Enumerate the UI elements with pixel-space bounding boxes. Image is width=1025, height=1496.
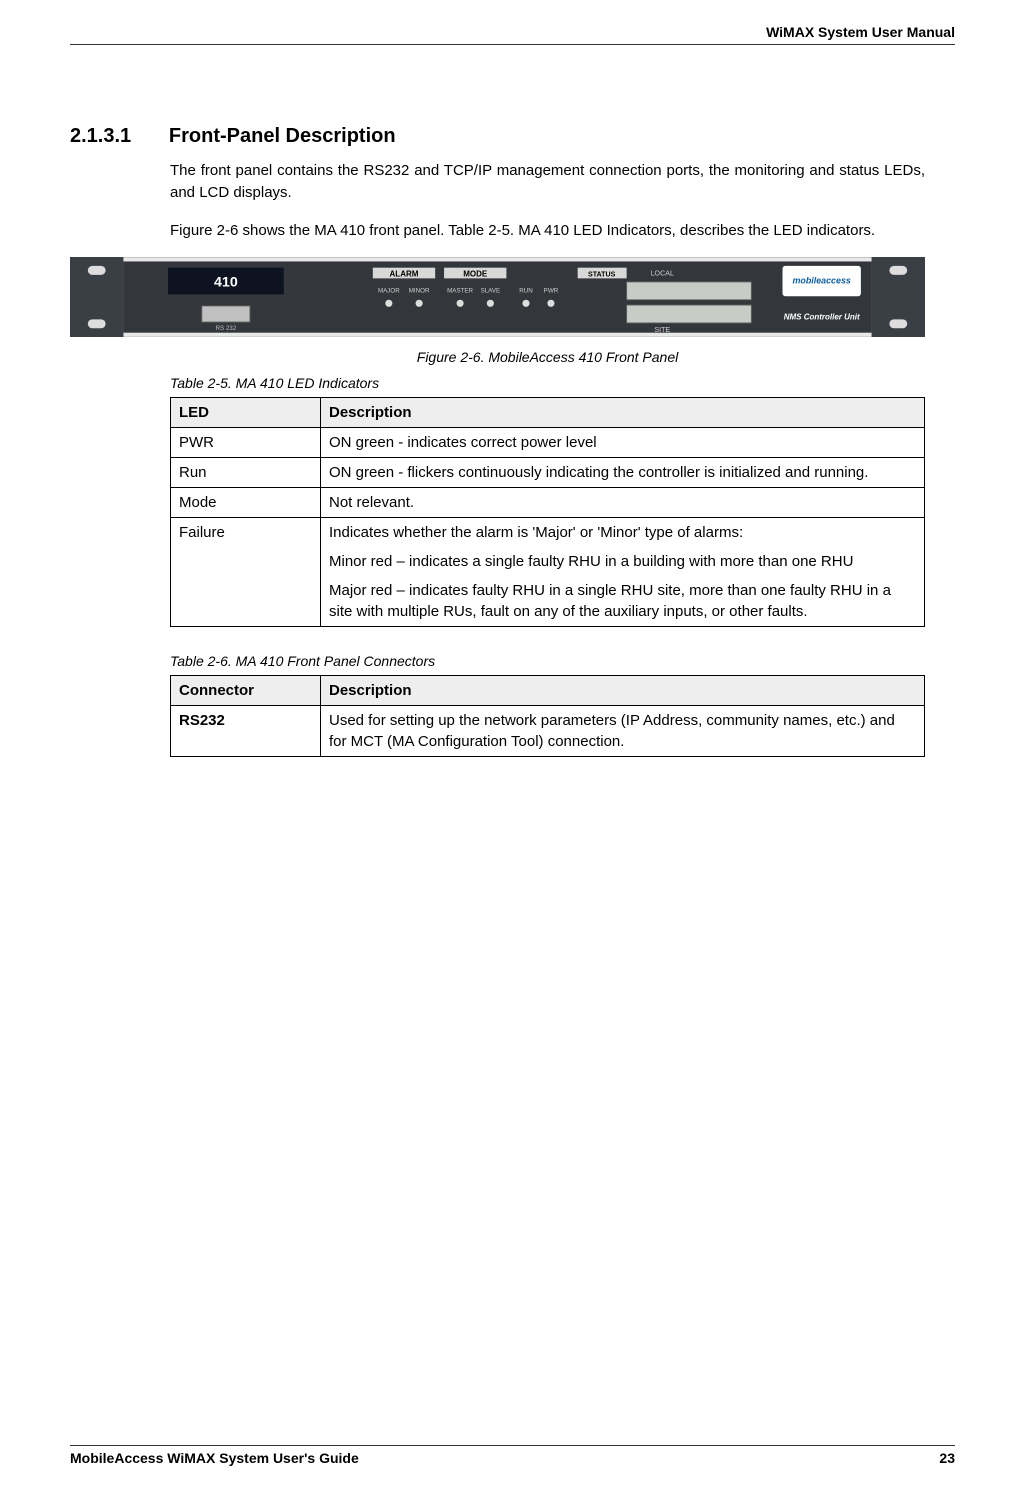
table-cell: Failure bbox=[171, 518, 321, 627]
table-cell: Mode bbox=[171, 488, 321, 518]
table-row: RS232 Used for setting up the network pa… bbox=[171, 706, 925, 757]
led-indicators-table: LED Description PWR ON green - indicates… bbox=[170, 397, 925, 627]
table-row: Run ON green - flickers continuously ind… bbox=[171, 458, 925, 488]
page-number: 23 bbox=[939, 1450, 955, 1466]
table-caption: Table 2-6. MA 410 Front Panel Connectors bbox=[170, 653, 925, 669]
table-row: PWR ON green - indicates correct power l… bbox=[171, 428, 925, 458]
svg-text:MINOR: MINOR bbox=[409, 288, 430, 295]
table-header: Description bbox=[321, 398, 925, 428]
section-heading: 2.1.3.1 Front-Panel Description bbox=[70, 125, 925, 148]
section-title: Front-Panel Description bbox=[169, 125, 396, 148]
figure-caption: Figure 2-6. MobileAccess 410 Front Panel bbox=[170, 349, 925, 365]
table-cell: RS232 bbox=[171, 706, 321, 757]
svg-text:LOCAL: LOCAL bbox=[651, 270, 674, 278]
svg-text:SITE: SITE bbox=[654, 326, 670, 334]
svg-text:PWR: PWR bbox=[544, 288, 559, 295]
footer-title: MobileAccess WiMAX System User's Guide bbox=[70, 1450, 359, 1466]
table-text: Minor red – indicates a single faulty RH… bbox=[329, 551, 916, 572]
table-cell: ON green - indicates correct power level bbox=[321, 428, 925, 458]
table-text: Major red – indicates faulty RHU in a si… bbox=[329, 580, 916, 622]
front-panel-figure: 410 RS 232 ALARM MAJOR MINOR MODE MASTER… bbox=[70, 257, 925, 337]
table-cell: PWR bbox=[171, 428, 321, 458]
table-cell: Run bbox=[171, 458, 321, 488]
table-cell: Not relevant. bbox=[321, 488, 925, 518]
page-footer: MobileAccess WiMAX System User's Guide 2… bbox=[70, 1445, 955, 1466]
table-header: LED bbox=[171, 398, 321, 428]
table-header: Description bbox=[321, 676, 925, 706]
table-header: Connector bbox=[171, 676, 321, 706]
table-cell: Indicates whether the alarm is 'Major' o… bbox=[321, 518, 925, 627]
svg-text:RUN: RUN bbox=[519, 288, 532, 295]
svg-text:MODE: MODE bbox=[463, 270, 488, 279]
connectors-table: Connector Description RS232 Used for set… bbox=[170, 675, 925, 757]
svg-text:MAJOR: MAJOR bbox=[378, 288, 400, 295]
svg-text:STATUS: STATUS bbox=[588, 271, 616, 279]
table-cell: ON green - flickers continuously indicat… bbox=[321, 458, 925, 488]
table-text: Indicates whether the alarm is 'Major' o… bbox=[329, 522, 916, 543]
table-header-row: Connector Description bbox=[171, 676, 925, 706]
paragraph: Figure 2-6 shows the MA 410 front panel.… bbox=[170, 220, 925, 242]
section-number: 2.1.3.1 bbox=[70, 125, 165, 148]
svg-text:MASTER: MASTER bbox=[447, 288, 473, 295]
table-caption: Table 2-5. MA 410 LED Indicators bbox=[170, 375, 925, 391]
table-row: Mode Not relevant. bbox=[171, 488, 925, 518]
table-cell: Used for setting up the network paramete… bbox=[321, 706, 925, 757]
svg-text:mobileaccess: mobileaccess bbox=[793, 276, 851, 286]
svg-text:410: 410 bbox=[214, 275, 238, 291]
table-header-row: LED Description bbox=[171, 398, 925, 428]
svg-text:NMS Controller Unit: NMS Controller Unit bbox=[784, 313, 860, 322]
table-row: Failure Indicates whether the alarm is '… bbox=[171, 518, 925, 627]
svg-text:RS 232: RS 232 bbox=[215, 325, 236, 332]
svg-text:ALARM: ALARM bbox=[390, 270, 419, 279]
svg-text:SLAVE: SLAVE bbox=[481, 288, 501, 295]
paragraph: The front panel contains the RS232 and T… bbox=[170, 160, 925, 204]
running-header: WiMAX System User Manual bbox=[70, 24, 955, 45]
